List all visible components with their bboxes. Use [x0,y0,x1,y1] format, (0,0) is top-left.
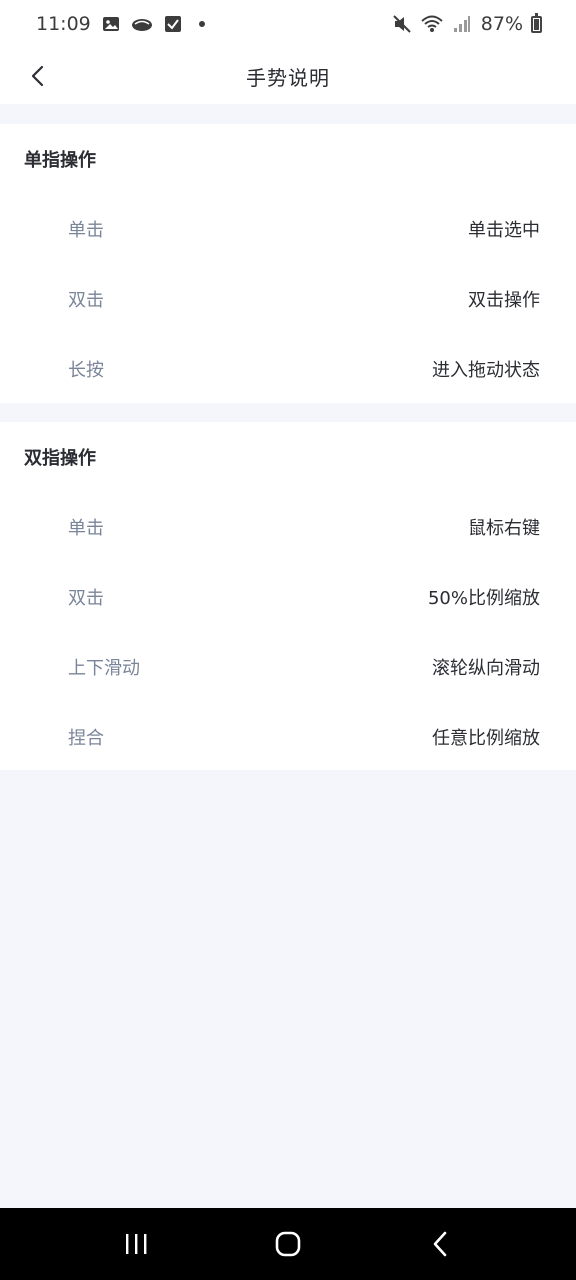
gesture-row: 长按 进入拖动状态 [0,334,576,404]
notification-dot-icon [198,21,205,27]
gesture-row: 双击 50%比例缩放 [0,562,576,632]
back-button[interactable] [22,60,54,92]
gesture-action: 鼠标右键 [468,518,540,539]
gesture-row: 单击 单击选中 [0,194,576,264]
gesture-label: 捏合 [68,728,104,749]
checkbox-icon [162,13,184,35]
single-finger-section: 单指操作 单击 单击选中 双击 双击操作 长按 进入拖动状态 [0,124,576,403]
gesture-label: 双击 [68,588,104,609]
wifi-icon [421,13,443,35]
gesture-action: 滚轮纵向滑动 [432,658,540,679]
gesture-label: 上下滑动 [68,658,140,679]
gesture-action: 任意比例缩放 [432,728,540,749]
section-title: 单指操作 [24,150,96,171]
status-bar: 11:09 87% [0,0,576,48]
signal-icon [451,13,473,35]
gesture-row: 捏合 任意比例缩放 [0,702,576,772]
recent-apps-icon [126,1234,147,1254]
section-title: 双指操作 [24,448,96,469]
gesture-row: 双击 双击操作 [0,264,576,334]
page-title: 手势说明 [246,65,330,90]
clock: 11:09 [36,13,91,35]
gesture-action: 进入拖动状态 [432,360,540,381]
gesture-row: 单击 鼠标右键 [0,492,576,562]
battery-percent: 87% [480,13,523,35]
recent-apps-button[interactable] [106,1214,166,1274]
gesture-label: 长按 [68,360,104,381]
home-icon [275,1231,301,1257]
two-finger-section: 双指操作 单击 鼠标右键 双击 50%比例缩放 上下滑动 滚轮纵向滑动 捏合 任… [0,422,576,770]
gesture-row: 上下滑动 滚轮纵向滑动 [0,632,576,702]
gesture-label: 单击 [68,220,104,241]
cloud-icon [131,13,153,35]
gesture-label: 双击 [68,290,104,311]
gesture-action: 50%比例缩放 [427,588,540,609]
back-icon [433,1231,447,1257]
mute-icon [391,13,413,35]
header-bar: 手势说明 [0,48,576,104]
gesture-action: 单击选中 [468,220,540,241]
battery-icon [531,12,542,33]
chevron-left-icon [31,65,44,87]
home-button[interactable] [258,1214,318,1274]
image-icon [100,13,122,35]
system-nav-bar [0,1208,576,1280]
gesture-label: 单击 [68,518,104,539]
gesture-action: 双击操作 [468,290,540,311]
system-back-button[interactable] [410,1214,470,1274]
